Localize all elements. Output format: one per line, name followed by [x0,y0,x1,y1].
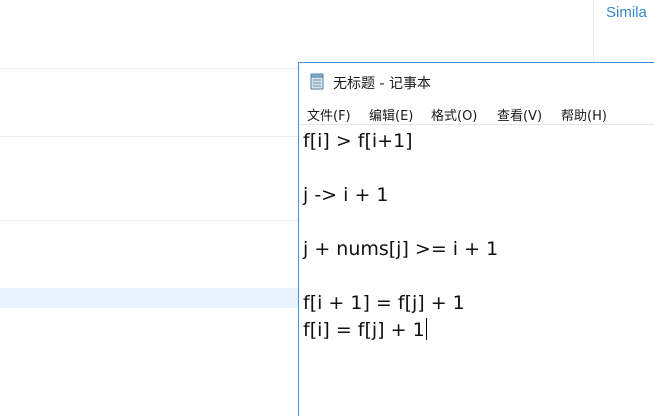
similar-link[interactable]: Simila [606,4,647,21]
page-row-divider [0,68,298,69]
text-line: f[i + 1] = f[j] + 1 [303,292,465,314]
page-highlighted-row[interactable] [0,288,298,308]
window-title: 无标题 - 记事本 [333,76,431,92]
text-line: f[i] > f[i+1] [303,130,413,152]
text-line: j -> i + 1 [303,184,389,206]
menu-edit[interactable]: 编辑(E) [369,105,413,124]
menu-file[interactable]: 文件(F) [307,105,351,124]
menu-bar: 文件(F) 编辑(E) 格式(O) 查看(V) 帮助(H) [299,101,654,125]
page-column-divider [593,0,594,62]
menu-help[interactable]: 帮助(H) [561,105,607,124]
menu-format[interactable]: 格式(O) [431,105,477,124]
text-caret [425,318,427,340]
text-line-content: f[i] = f[j] + 1 [303,319,425,341]
text-line-last: f[i] = f[j] + 1 [303,317,427,343]
text-line: j + nums[j] >= i + 1 [303,238,499,260]
menu-view[interactable]: 查看(V) [497,105,542,124]
page-row-divider [0,136,298,137]
text-editor[interactable]: f[i] > f[i+1] j -> i + 1 j + nums[j] >= … [299,126,654,416]
notepad-titlebar[interactable]: 无标题 - 记事本 [299,63,654,99]
page-row-divider [0,220,298,221]
notepad-window[interactable]: 无标题 - 记事本 文件(F) 编辑(E) 格式(O) 查看(V) 帮助(H) … [298,62,654,416]
screen: Simila 无标题 - 记事本 文件(F) 编辑(E) 格式(O) 查看(V)… [0,0,654,416]
notepad-icon [310,73,324,90]
